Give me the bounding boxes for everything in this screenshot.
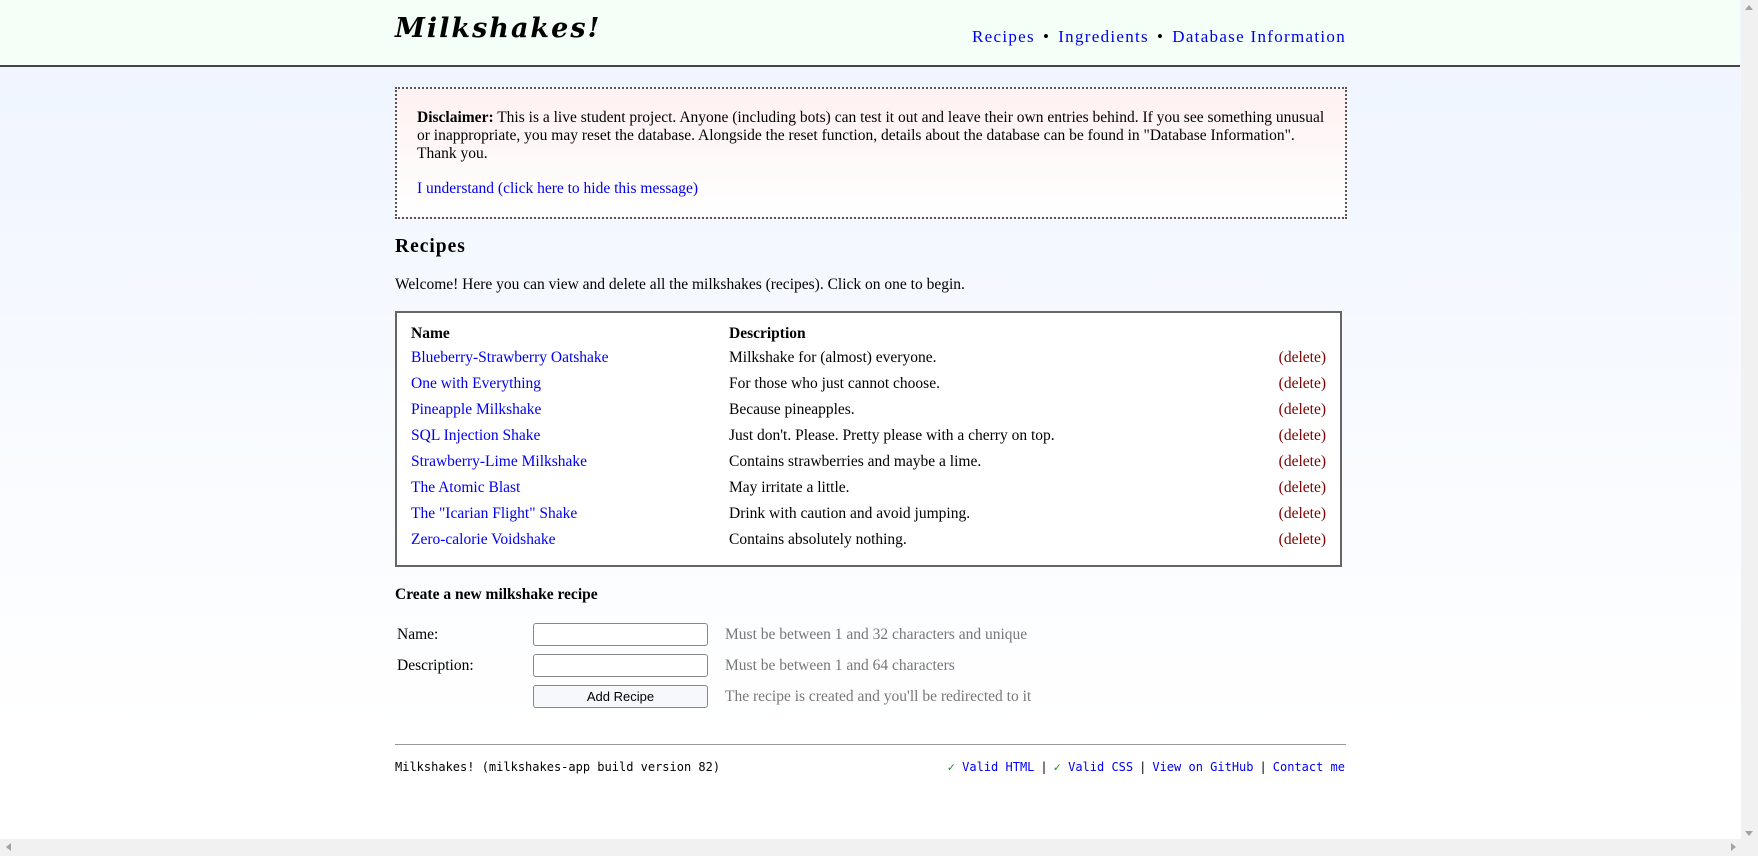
recipe-link[interactable]: Pineapple Milkshake: [411, 401, 541, 419]
site-logo[interactable]: Milkshakes!: [395, 13, 601, 44]
github-link[interactable]: View on GitHub: [1152, 760, 1253, 774]
check-icon: ✓: [1053, 760, 1061, 774]
scroll-up-arrow-icon[interactable]: [1745, 5, 1753, 10]
disclaimer-text: This is a live student project. Anyone (…: [417, 109, 1325, 162]
recipe-link[interactable]: Blueberry-Strawberry Oatshake: [411, 349, 609, 367]
horizontal-scrollbar[interactable]: [0, 839, 1741, 856]
footer-links: ✓ Valid HTML | ✓ Valid CSS | View on GitHub |…: [948, 760, 1345, 774]
check-icon: ✓: [947, 760, 955, 774]
nav-recipes[interactable]: Recipes: [972, 27, 1035, 46]
scroll-left-arrow-icon[interactable]: [6, 843, 11, 851]
delete-link[interactable]: (delete): [1279, 349, 1326, 367]
name-field-row: Name: Must be between 1 and 32 character…: [397, 623, 1097, 649]
table-row: Blueberry-Strawberry Oatshake Milkshake …: [411, 349, 1326, 375]
nav-separator: •: [1156, 27, 1165, 46]
build-info: Milkshakes! (milkshakes-app build versio…: [395, 760, 721, 774]
recipe-link[interactable]: Strawberry-Lime Milkshake: [411, 453, 587, 471]
site-header: Milkshakes! Recipes • Ingredients • Database…: [0, 0, 1740, 67]
delete-link[interactable]: (delete): [1279, 479, 1326, 497]
description-input[interactable]: [533, 654, 708, 677]
footer-separator: |: [1139, 760, 1147, 774]
table-row: SQL Injection Shake Just don't. Please. …: [411, 427, 1326, 453]
recipe-link[interactable]: The Atomic Blast: [411, 479, 520, 497]
vertical-scrollbar[interactable]: [1741, 0, 1758, 856]
recipe-description: Contains strawberries and maybe a lime.: [729, 453, 982, 470]
delete-link[interactable]: (delete): [1279, 401, 1326, 419]
recipe-description: Contains absolutely nothing.: [729, 531, 907, 548]
table-row: Zero-calorie Voidshake Contains absolute…: [411, 531, 1326, 557]
recipe-description: Because pineapples.: [729, 401, 855, 418]
main-nav: Recipes • Ingredients • Database Information: [972, 27, 1346, 47]
name-hint: Must be between 1 and 32 characters and …: [725, 626, 1028, 643]
nav-ingredients[interactable]: Ingredients: [1058, 27, 1149, 46]
table-row: The "Icarian Flight" Shake Drink with ca…: [411, 505, 1326, 531]
page-title: Recipes: [395, 236, 466, 257]
create-recipe-title: Create a new milkshake recipe: [395, 586, 598, 603]
recipe-link[interactable]: Zero-calorie Voidshake: [411, 531, 555, 549]
recipe-description: For those who just cannot choose.: [729, 375, 940, 392]
delete-link[interactable]: (delete): [1279, 453, 1326, 471]
column-header-name: Name: [411, 325, 450, 342]
valid-css-link[interactable]: Valid CSS: [1068, 760, 1133, 774]
delete-link[interactable]: (delete): [1279, 375, 1326, 393]
submit-row: Add Recipe The recipe is created and you…: [397, 685, 1097, 711]
delete-link[interactable]: (delete): [1279, 505, 1326, 523]
column-header-description: Description: [729, 325, 806, 342]
table-row: One with Everything For those who just c…: [411, 375, 1326, 401]
name-label: Name:: [397, 626, 439, 643]
recipe-link[interactable]: The "Icarian Flight" Shake: [411, 505, 577, 523]
delete-link[interactable]: (delete): [1279, 531, 1326, 549]
disclaimer-label: Disclaimer:: [417, 109, 494, 126]
footer-separator: |: [1040, 760, 1048, 774]
scroll-right-arrow-icon[interactable]: [1731, 843, 1736, 851]
footer-separator: |: [1259, 760, 1267, 774]
description-field-row: Description: Must be between 1 and 64 ch…: [397, 654, 1097, 680]
table-header: Name Description: [411, 325, 1326, 351]
table-row: The Atomic Blast May irritate a little. …: [411, 479, 1326, 505]
recipes-table: Name Description Blueberry-Strawberry Oa…: [395, 311, 1342, 567]
scroll-down-arrow-icon[interactable]: [1745, 831, 1753, 836]
delete-link[interactable]: (delete): [1279, 427, 1326, 445]
recipe-link[interactable]: One with Everything: [411, 375, 541, 393]
table-row: Pineapple Milkshake Because pineapples. …: [411, 401, 1326, 427]
name-input[interactable]: [533, 623, 708, 646]
nav-separator: •: [1042, 27, 1051, 46]
recipe-description: Just don't. Please. Pretty please with a…: [729, 427, 1055, 444]
valid-html-link[interactable]: Valid HTML: [962, 760, 1034, 774]
table-row: Strawberry-Lime Milkshake Contains straw…: [411, 453, 1326, 479]
contact-link[interactable]: Contact me: [1273, 760, 1345, 774]
nav-database-information[interactable]: Database Information: [1172, 27, 1346, 46]
description-label: Description:: [397, 657, 474, 674]
recipe-description: May irritate a little.: [729, 479, 850, 496]
description-hint: Must be between 1 and 64 characters: [725, 657, 955, 674]
submit-hint: The recipe is created and you'll be redi…: [725, 688, 1032, 705]
dismiss-disclaimer-link[interactable]: I understand (click here to hide this me…: [417, 180, 698, 197]
recipe-description: Milkshake for (almost) everyone.: [729, 349, 937, 366]
recipe-link[interactable]: SQL Injection Shake: [411, 427, 540, 445]
recipe-description: Drink with caution and avoid jumping.: [729, 505, 971, 522]
disclaimer-box: Disclaimer: This is a live student proje…: [395, 87, 1347, 219]
add-recipe-button[interactable]: Add Recipe: [533, 685, 708, 708]
welcome-text: Welcome! Here you can view and delete al…: [395, 276, 965, 293]
footer-divider: [395, 744, 1346, 745]
